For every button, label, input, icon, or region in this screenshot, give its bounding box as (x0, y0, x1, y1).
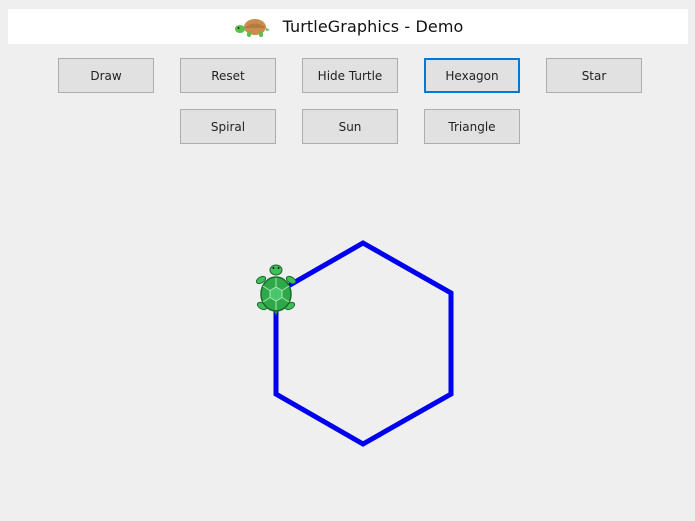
hide-turtle-button[interactable]: Hide Turtle (302, 58, 398, 93)
spiral-button[interactable]: Spiral (180, 109, 276, 144)
star-button[interactable]: Star (546, 58, 642, 93)
reset-button[interactable]: Reset (180, 58, 276, 93)
hexagon-button[interactable]: Hexagon (424, 58, 520, 93)
sun-button[interactable]: Sun (302, 109, 398, 144)
drawing-canvas (255, 240, 454, 447)
title-bar: TurtleGraphics - Demo (8, 9, 688, 44)
draw-button[interactable]: Draw (58, 58, 154, 93)
hexagon-shape (273, 240, 454, 447)
triangle-button[interactable]: Triangle (424, 109, 520, 144)
window-title: TurtleGraphics - Demo (282, 17, 464, 36)
turtle-icon (255, 264, 297, 317)
turtle-icon (234, 18, 270, 37)
